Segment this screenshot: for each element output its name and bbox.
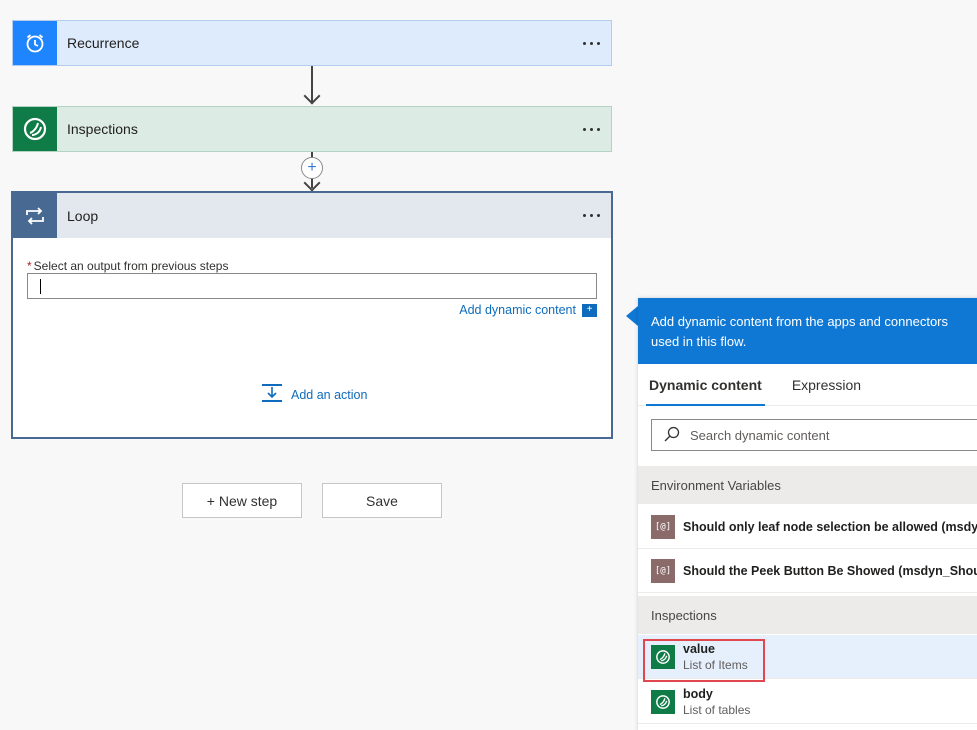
panel-pointer — [626, 306, 638, 326]
more-options-button[interactable] — [571, 21, 611, 65]
panel-tabs: Dynamic content Expression — [638, 364, 977, 406]
field-label: * Select an output from previous steps — [27, 259, 228, 273]
add-an-action-link[interactable]: Add an action — [261, 383, 367, 406]
tab-expression[interactable]: Expression — [791, 377, 862, 405]
recurrence-step-card[interactable]: Recurrence — [12, 20, 612, 66]
add-dynamic-content-link[interactable]: Add dynamic content + — [459, 303, 597, 317]
tab-dynamic-content[interactable]: Dynamic content — [646, 377, 765, 406]
more-options-button[interactable] — [571, 107, 611, 151]
step-title: Loop — [67, 207, 99, 224]
dataverse-icon — [13, 107, 57, 151]
search-box[interactable] — [651, 419, 977, 451]
panel-header: Add dynamic content from the apps and co… — [638, 298, 977, 364]
step-title: Recurrence — [67, 35, 140, 51]
new-step-button[interactable]: + New step — [182, 483, 302, 518]
section-header-environment-variables: Environment Variables — [638, 466, 977, 504]
list-item[interactable]: body List of tables — [638, 680, 977, 724]
step-title: Inspections — [67, 121, 138, 137]
loop-icon — [13, 193, 57, 238]
item-label: Should the Peek Button Be Showed (msdyn_… — [683, 563, 977, 578]
search-icon — [664, 426, 680, 445]
text-caret — [40, 279, 41, 294]
more-options-button[interactable] — [571, 194, 611, 238]
add-action-label: Add an action — [291, 387, 368, 402]
environment-variable-icon: [@] — [651, 514, 675, 539]
required-mark: * — [27, 259, 32, 273]
list-item[interactable]: [@] Should the Peek Button Be Showed (ms… — [638, 549, 977, 593]
field-label-text: Select an output from previous steps — [33, 259, 229, 273]
loop-step-card[interactable]: Loop * Select an output from previous ste… — [12, 192, 612, 438]
selection-highlight-box — [643, 639, 765, 682]
arrow-down-icon — [303, 87, 321, 105]
search-input[interactable] — [690, 427, 950, 443]
plus-icon: + — [582, 303, 597, 317]
inspections-step-card[interactable]: Inspections — [12, 106, 612, 152]
item-sublabel: List of tables — [683, 702, 751, 717]
environment-variable-icon: [@] — [651, 558, 675, 583]
item-label: body — [683, 686, 713, 701]
output-input[interactable] — [27, 273, 597, 299]
section-header-inspections: Inspections — [638, 596, 977, 634]
add-dynamic-content-label: Add dynamic content — [459, 303, 576, 317]
add-action-icon — [261, 383, 283, 406]
dataverse-icon — [651, 689, 675, 714]
alarm-clock-icon — [13, 21, 57, 65]
item-label: Should only leaf node selection be allow… — [683, 519, 977, 534]
list-item[interactable]: [@] Should only leaf node selection be a… — [638, 505, 977, 549]
save-button[interactable]: Save — [322, 483, 442, 518]
